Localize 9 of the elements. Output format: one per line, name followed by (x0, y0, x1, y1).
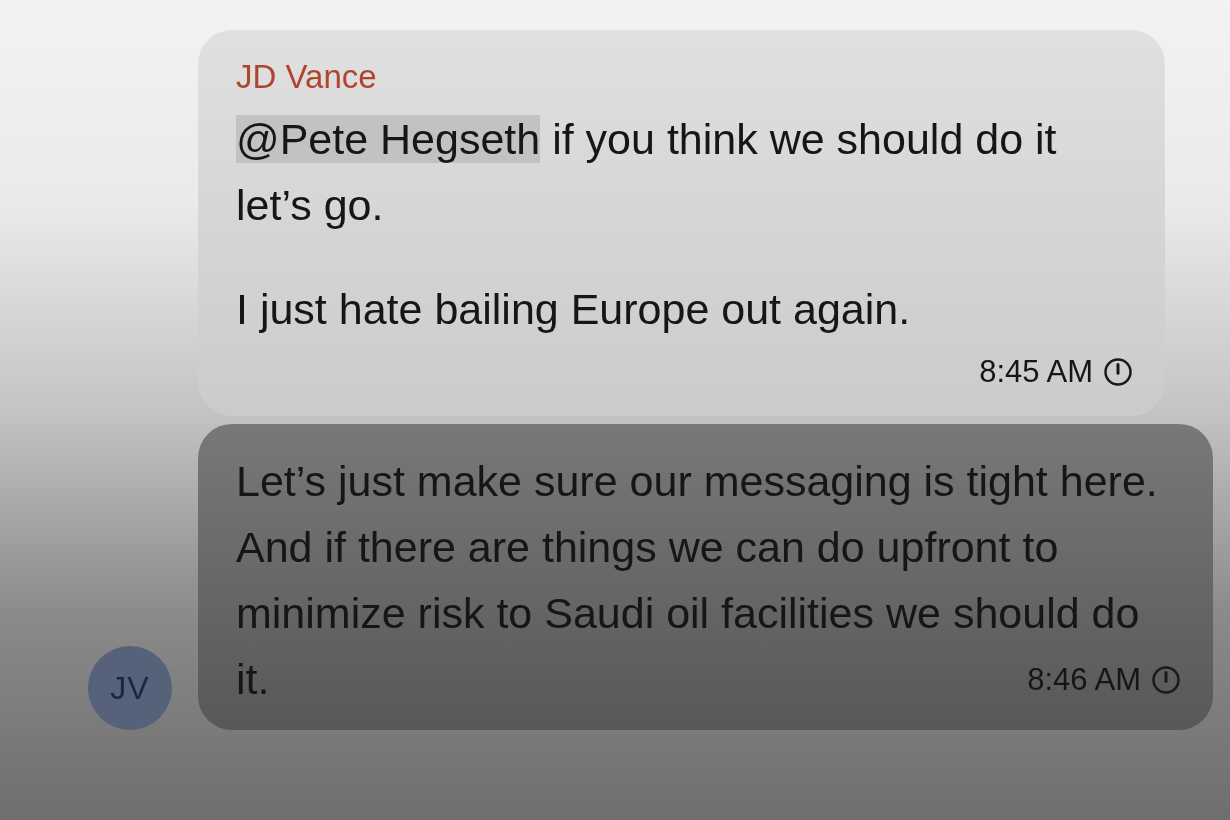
message-text: @Pete Hegseth if you think we should do it let’s go. (236, 114, 1058, 231)
timestamp: 8:45 AM (979, 354, 1093, 390)
timer-icon (1103, 357, 1133, 387)
mention-link[interactable]: @Pete Hegseth (236, 115, 541, 163)
timer-icon (1151, 665, 1181, 695)
timestamp: 8:46 AM (1027, 661, 1141, 699)
message-text: I just hate bailing Europe out again. (236, 284, 912, 335)
message-text: Let’s just make sure our messaging is tight here. And if there are things we can do upfront to minimize risk to Saudi oil facilities we should do it. 8:46 AM (236, 448, 1177, 712)
sender-name: JD Vance (236, 58, 378, 96)
